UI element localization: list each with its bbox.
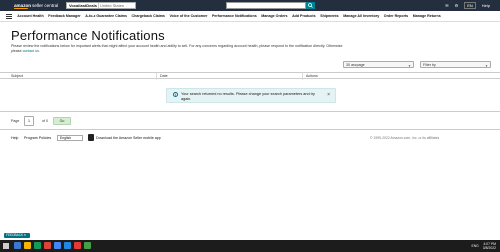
info-icon: i <box>173 92 178 97</box>
nav-item-manage-returns[interactable]: Manage Returns <box>410 14 443 18</box>
no-results-alert: i Your search returned no results. Pleas… <box>166 88 336 103</box>
marketplace-name: United States <box>97 3 124 8</box>
page-description: Please review the notifications below fo… <box>11 44 346 54</box>
search-input[interactable] <box>226 2 306 9</box>
taskbar-app-icon[interactable] <box>44 242 51 249</box>
header-right: ✉ ⚙ EN Help <box>445 2 490 9</box>
pagination: Page 1 of 0 Go <box>0 111 500 130</box>
mobile-app-link[interactable]: Download the Amazon Seller mobile app <box>96 136 161 140</box>
nav-bar: Account Health Feedback Manager A-to-z G… <box>0 11 500 22</box>
close-icon[interactable]: × <box>327 92 330 98</box>
taskbar-app-icon[interactable] <box>74 242 81 249</box>
notifications-table-header: Subject Date Actions <box>0 72 500 80</box>
logo-text: seller central <box>32 3 59 8</box>
nav-item-shipments[interactable]: Shipments <box>318 14 341 18</box>
search-icon <box>308 3 313 8</box>
footer: Help Program Policies English Download t… <box>0 133 500 143</box>
feedback-button[interactable]: FEEDBACK ▾ <box>4 233 30 238</box>
alert-message: Your search returned no results. Please … <box>181 92 315 101</box>
taskbar-apps <box>14 242 91 249</box>
store-name: VocaliastDeals <box>69 3 97 8</box>
help-link[interactable]: Help <box>482 3 490 8</box>
nav-item-manage-inventory[interactable]: Manage All Inventory <box>341 14 382 18</box>
hamburger-menu-icon[interactable] <box>6 13 12 19</box>
language-selector[interactable]: EN <box>464 2 476 9</box>
taskbar-app-icon[interactable] <box>14 242 21 249</box>
contact-us-link[interactable]: contact us <box>23 49 39 53</box>
taskbar-app-icon[interactable] <box>24 242 31 249</box>
filter-by-dropdown[interactable]: Filter by ▼ <box>420 61 491 68</box>
taskbar-app-icon[interactable] <box>34 242 41 249</box>
windows-start-icon[interactable] <box>3 243 9 249</box>
date-range-dropdown[interactable]: 30 ascpage ▼ <box>343 61 414 68</box>
page-count: of 0 <box>42 119 48 123</box>
mobile-app-icon[interactable] <box>88 134 94 141</box>
go-button[interactable]: Go <box>53 117 71 125</box>
filter-by-value: Filter by <box>423 62 436 67</box>
page-title: Performance Notifications <box>11 28 165 43</box>
taskbar-app-icon[interactable] <box>64 242 71 249</box>
nav-item-voice-of-customer[interactable]: Voice of the Customer <box>167 14 209 18</box>
column-header-subject[interactable]: Subject <box>11 74 23 78</box>
os-taskbar: ENG 4:07 PM 3/8/2022 <box>0 240 500 252</box>
mail-icon[interactable]: ✉ <box>445 3 448 8</box>
nav-item-atoz-claims[interactable]: A-to-z Guarantee Claims <box>83 14 129 18</box>
nav-item-add-products[interactable]: Add Products <box>290 14 318 18</box>
system-clock[interactable]: 4:07 PM 3/8/2022 <box>483 242 496 250</box>
search-button[interactable] <box>306 2 315 9</box>
store-selector[interactable]: VocaliastDeals United States <box>66 2 136 9</box>
copyright: © 1999-2022 Amazon.com, Inc. or its affi… <box>370 136 440 140</box>
description-text: Please review the notifications below fo… <box>11 44 343 53</box>
chevron-down-icon: ▼ <box>485 64 488 68</box>
nav-item-performance-notifications[interactable]: Performance Notifications <box>210 14 259 18</box>
taskbar-app-icon[interactable] <box>54 242 61 249</box>
clock-date: 3/8/2022 <box>482 246 496 250</box>
column-divider <box>156 73 157 80</box>
nav-item-order-reports[interactable]: Order Reports <box>382 14 411 18</box>
column-header-actions: Actions <box>306 74 318 78</box>
description-suffix: . <box>38 48 40 53</box>
chevron-down-icon: ▼ <box>408 64 411 68</box>
footer-language-select[interactable]: English <box>57 135 83 141</box>
nav-item-feedback-manager[interactable]: Feedback Manager <box>46 14 83 18</box>
logo-smile <box>14 8 28 9</box>
column-header-date[interactable]: Date <box>160 74 168 78</box>
tray-lang[interactable]: ENG <box>471 244 478 248</box>
nav-item-account-health[interactable]: Account Health <box>15 14 46 18</box>
column-divider <box>302 73 303 80</box>
nav-item-manage-orders[interactable]: Manage Orders <box>259 14 290 18</box>
footer-help-link[interactable]: Help <box>11 136 18 140</box>
date-range-value: 30 ascpage <box>346 62 365 67</box>
program-policies-link[interactable]: Program Policies <box>24 136 51 140</box>
settings-icon[interactable]: ⚙ <box>455 3 459 8</box>
top-header: amazon seller central VocaliastDeals Uni… <box>0 0 500 11</box>
taskbar-app-icon[interactable] <box>84 242 91 249</box>
nav-item-chargeback-claims[interactable]: Chargeback Claims <box>129 14 167 18</box>
page-label: Page <box>11 119 20 123</box>
system-tray: ENG 4:07 PM 3/8/2022 <box>471 242 496 250</box>
page-number-input[interactable]: 1 <box>24 116 34 126</box>
